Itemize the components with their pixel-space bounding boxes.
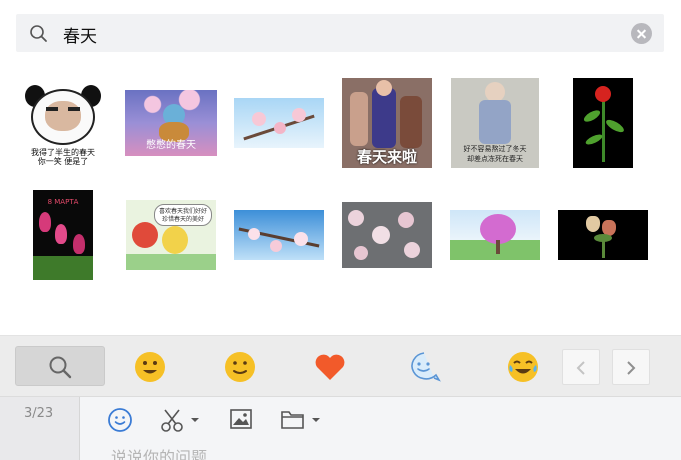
- sticker-row3-4[interactable]: [442, 294, 548, 324]
- heart-icon: [315, 354, 345, 380]
- sticker-panda-meme[interactable]: 我得了半生的春天 你一笑 便是了: [10, 70, 116, 176]
- sticker-squirtle[interactable]: 憋憋的春天: [118, 70, 224, 176]
- sticker-row3-2[interactable]: [226, 294, 332, 324]
- sticker-image: [450, 210, 540, 260]
- scissors-icon: [161, 409, 199, 432]
- sticker-blossom-sky[interactable]: [226, 182, 332, 288]
- prev-page-button[interactable]: [562, 349, 600, 385]
- file-button[interactable]: [280, 407, 322, 433]
- chevron-down-icon: [191, 418, 199, 422]
- tab-search-stickers[interactable]: [15, 346, 105, 386]
- sticker-caption: 8 МАРТА: [47, 198, 79, 206]
- sticker-image: [342, 202, 432, 268]
- message-input[interactable]: 说说你的问题: [111, 444, 207, 460]
- sticker-red-flower[interactable]: [550, 70, 656, 176]
- tears-of-joy-icon: [508, 352, 538, 382]
- sticker-lily-bouquet[interactable]: [550, 182, 656, 288]
- sticker-image: 8 МАРТА: [33, 190, 93, 280]
- sticker-image: 好不容易熬过了冬天 却差点冻死在春天: [451, 78, 539, 168]
- tab-bubble-smile[interactable]: [406, 350, 441, 384]
- sticker-caption: 你一笑 便是了: [37, 157, 89, 165]
- sticker-image: [558, 210, 648, 260]
- sticker-caption: 好不容易熬过了冬天: [463, 145, 527, 153]
- sticker-row3-5[interactable]: [550, 294, 656, 324]
- folder-icon: [281, 411, 320, 429]
- chevron-down-icon: [312, 418, 320, 422]
- sticker-image: 春天来啦: [342, 78, 432, 168]
- image-icon: [230, 409, 252, 429]
- chat-input-area: 3/23 说说你的问题: [0, 396, 681, 460]
- conversation-sidebar: 3/23: [0, 397, 80, 460]
- emoji-button[interactable]: [107, 407, 133, 433]
- sticker-caption: 却差点冻死在春天: [467, 155, 523, 163]
- sticker-image: 我得了半生的春天 你一笑 便是了: [21, 81, 105, 165]
- sticker-grid: 我得了半生的春天 你一笑 便是了 憋憋的春天 春天来啦 好不容易熬过了冬天 却差…: [0, 62, 681, 324]
- sticker-image: [573, 78, 633, 168]
- smiley-icon: [108, 408, 132, 432]
- sticker-cartoon-girls[interactable]: 喜欢春天我们好好 珍惜春天的美好: [118, 182, 224, 288]
- clear-search-button[interactable]: [631, 23, 652, 44]
- sticker-caption: 春天来啦: [356, 148, 417, 166]
- image-button[interactable]: [229, 407, 253, 433]
- tab-tears-of-joy[interactable]: [506, 350, 540, 384]
- search-bar[interactable]: 春天: [16, 14, 664, 52]
- bubble-smile-icon: [411, 352, 441, 382]
- sticker-tulip-card[interactable]: 8 МАРТА: [10, 182, 116, 288]
- sticker-plum-blossom[interactable]: [334, 182, 440, 288]
- sticker-blossom-branch[interactable]: [226, 70, 332, 176]
- chevron-right-icon: [627, 361, 636, 375]
- smiling-face-icon: [225, 352, 255, 382]
- sticker-caption: 珍惜春天的美好: [161, 216, 204, 223]
- emoji-tab-bar: [0, 335, 681, 396]
- sticker-row3-3[interactable]: [334, 294, 440, 324]
- sticker-row3-1[interactable]: [10, 294, 116, 324]
- sticker-image: 憋憋的春天: [125, 90, 217, 156]
- tab-smiling-face[interactable]: [223, 350, 257, 384]
- sticker-toddler-cold[interactable]: 好不容易熬过了冬天 却差点冻死在春天: [442, 70, 548, 176]
- chevron-left-icon: [576, 361, 585, 375]
- sticker-kids-dancing[interactable]: 春天来啦: [334, 70, 440, 176]
- screenshot-button[interactable]: [160, 407, 202, 433]
- search-icon: [29, 24, 49, 44]
- sticker-picker-window: { "search": { "query": "春天" }, "stickers…: [0, 0, 681, 460]
- sticker-image: [234, 98, 324, 148]
- sticker-image: [234, 210, 324, 260]
- tab-grinning-face[interactable]: [133, 350, 167, 384]
- next-page-button[interactable]: [612, 349, 650, 385]
- sticker-image: 喜欢春天我们好好 珍惜春天的美好: [126, 200, 216, 270]
- page-indicator: 3/23: [24, 406, 54, 421]
- sticker-caption: 憋憋的春天: [146, 140, 196, 151]
- sticker-pink-tree[interactable]: [442, 182, 548, 288]
- grinning-face-icon: [135, 352, 165, 382]
- tab-heart[interactable]: [313, 350, 347, 384]
- search-input[interactable]: 春天: [63, 22, 97, 47]
